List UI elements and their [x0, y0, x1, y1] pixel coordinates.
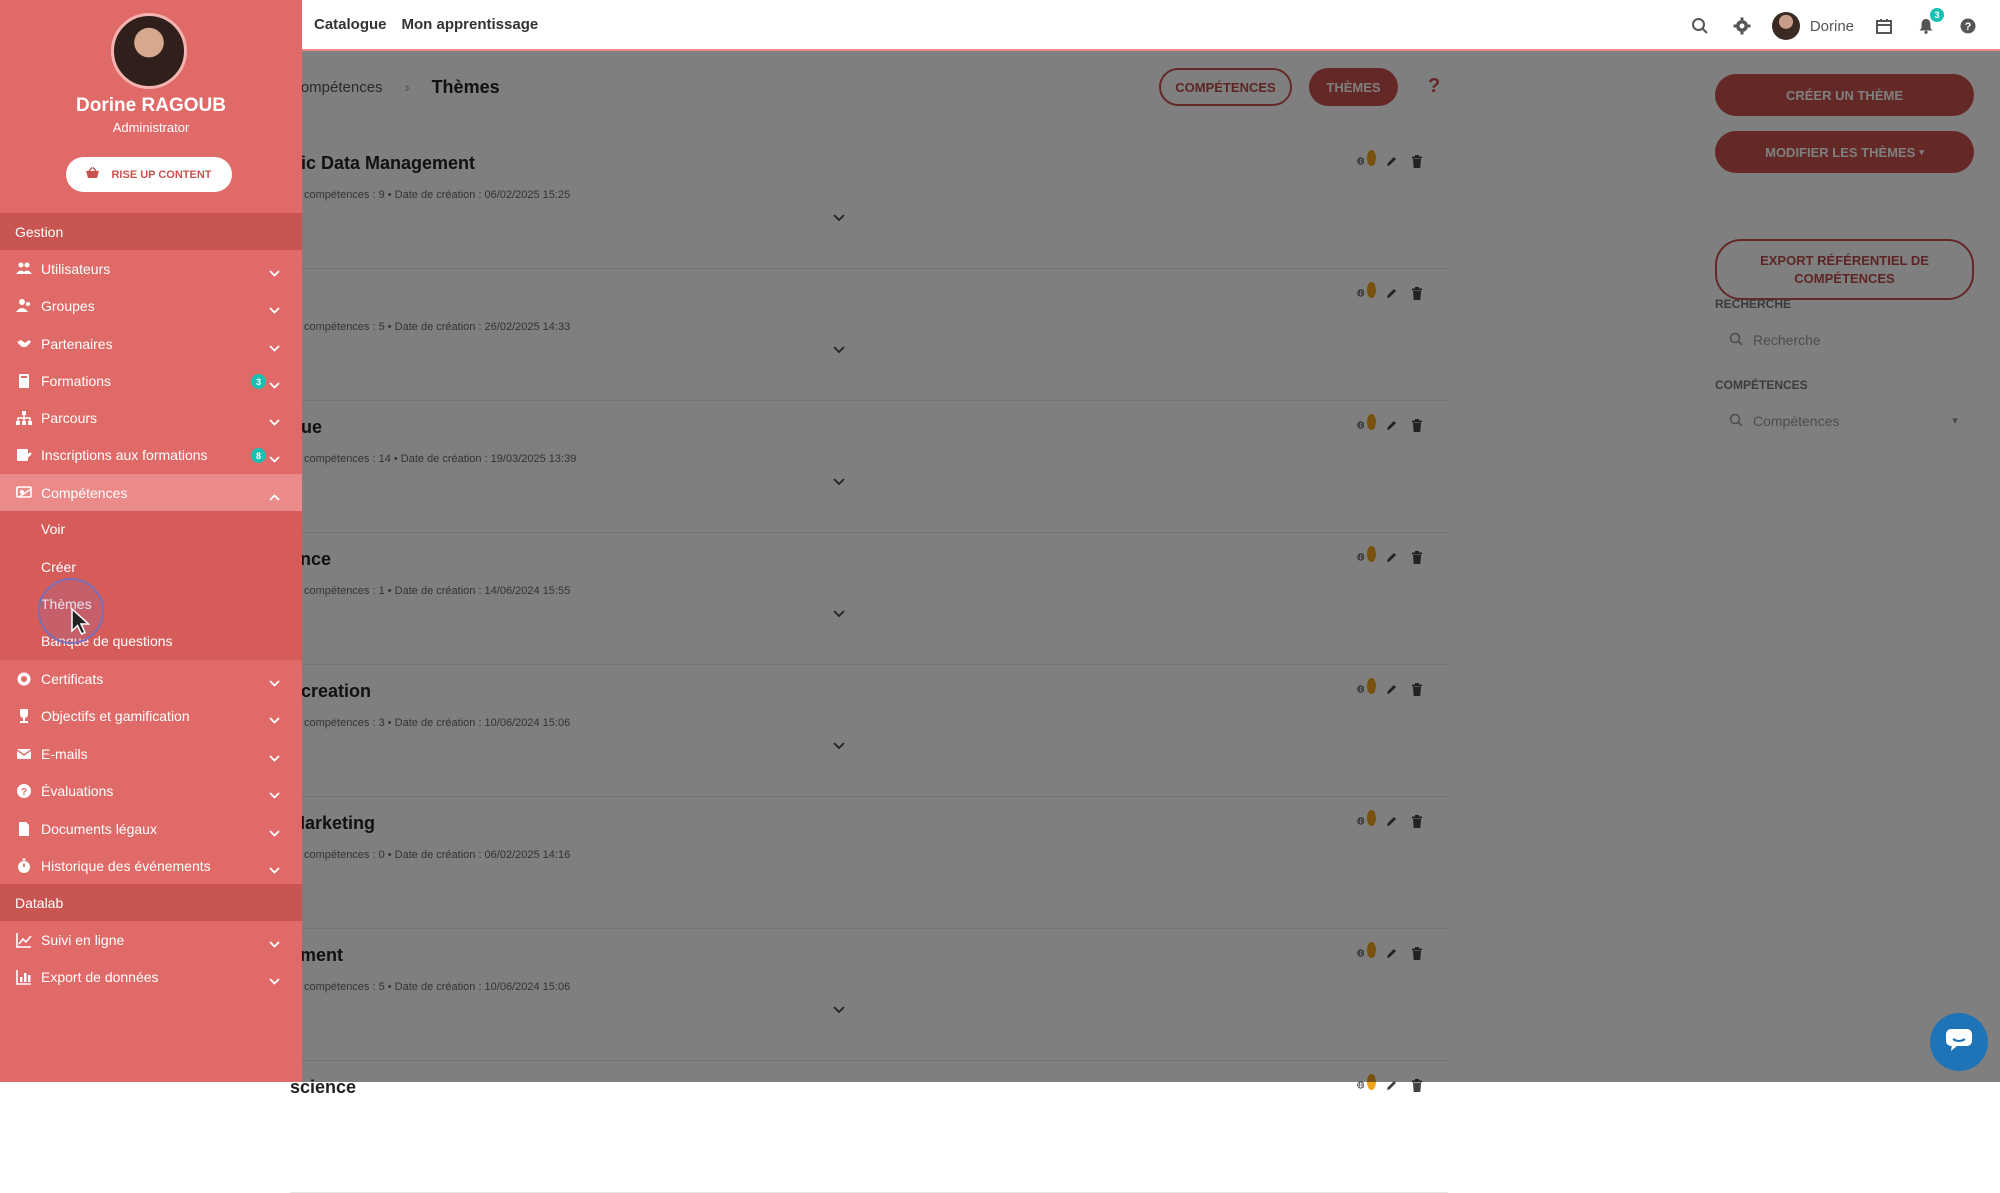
sidebar-item-evaluations[interactable]: ? Évaluations	[0, 772, 302, 809]
chevron-down-icon	[269, 749, 280, 765]
competences-submenu: Voir Créer Thèmes Banque de questions	[0, 511, 302, 660]
top-nav: Catalogue Mon apprentissage	[314, 16, 538, 33]
sidebar-item-label: Compétences	[41, 484, 128, 501]
stopwatch-icon	[16, 858, 32, 874]
submenu-creer[interactable]: Créer	[41, 559, 76, 575]
chevron-down-icon	[269, 786, 280, 802]
sidebar-item-label: Parcours	[41, 409, 98, 426]
top-user-name: Dorine	[1809, 17, 1854, 35]
rise-up-content-button[interactable]: RISE UP CONTENT	[66, 157, 232, 192]
chevron-down-icon	[269, 674, 280, 690]
sidebar-item-label: E-mails	[41, 745, 88, 762]
svg-text:?: ?	[1965, 21, 1972, 33]
document-icon	[16, 821, 32, 837]
sidebar-item-utilisateurs[interactable]: Utilisateurs	[0, 250, 302, 287]
sidebar-item-inscriptions-aux-formations[interactable]: Inscriptions aux formations 8	[0, 436, 302, 473]
sitemap-icon	[16, 410, 32, 426]
handshake-icon	[16, 336, 32, 352]
sidebar-item-label: Partenaires	[41, 335, 113, 352]
group-icon	[16, 298, 32, 314]
sidebar-item-competences[interactable]: Compétences	[0, 474, 302, 511]
chat-launcher[interactable]	[1930, 1013, 1988, 1071]
chevron-up-icon	[269, 488, 280, 504]
sidebar-item-historique-des-evenements[interactable]: Historique des événements	[0, 847, 302, 884]
sidebar-item-suivi-en-ligne[interactable]: Suivi en ligne	[0, 921, 302, 958]
calendar-icon[interactable]	[1872, 14, 1896, 38]
search-icon[interactable]	[1688, 14, 1712, 38]
registration-icon	[16, 447, 32, 463]
chevron-down-icon	[269, 264, 280, 280]
sidebar-item-export-de-donnees[interactable]: Export de données	[0, 958, 302, 995]
sidebar-item-label: Évaluations	[41, 782, 114, 799]
sidebar-user-role: Administrator	[112, 120, 190, 135]
sidebar-item-label: Objectifs et gamification	[41, 707, 190, 724]
chevron-down-icon	[269, 711, 280, 727]
sidebar-item-label: Documents légaux	[41, 820, 157, 837]
user-menu[interactable]: Dorine	[1771, 12, 1854, 40]
sidebar-user-name: Dorine RAGOUB	[76, 95, 226, 116]
nav-mon-apprentissage[interactable]: Mon apprentissage	[402, 16, 539, 33]
top-right-tools: Dorine 3 ?	[1688, 8, 1980, 40]
chevron-down-icon	[269, 339, 280, 355]
chat-icon	[1945, 1028, 1973, 1057]
users-icon	[16, 261, 32, 277]
section-datalab: Datalab	[0, 884, 302, 921]
count-badge: 3	[251, 374, 266, 389]
mouse-cursor-icon	[71, 607, 91, 641]
chevron-down-icon	[269, 376, 280, 392]
sidebar-item-formations[interactable]: Formations 3	[0, 362, 302, 399]
envelope-icon	[16, 746, 32, 762]
line-chart-icon	[16, 932, 32, 948]
skills-icon	[16, 485, 32, 501]
avatar	[1771, 12, 1800, 40]
rise-up-content-label: RISE UP CONTENT	[111, 168, 212, 181]
count-badge: 8	[251, 448, 266, 463]
sidebar-item-groupes[interactable]: Groupes	[0, 287, 302, 324]
notification-badge: 3	[1930, 8, 1944, 22]
basket-icon	[86, 167, 100, 182]
svg-text:?: ?	[21, 787, 27, 798]
sidebar-item-objectifs-et-gamification[interactable]: Objectifs et gamification	[0, 697, 302, 734]
sidebar-item-label: Formations	[41, 372, 112, 389]
gear-icon[interactable]	[1730, 14, 1754, 38]
chevron-down-icon	[269, 861, 280, 877]
sidebar-item-label: Inscriptions aux formations	[41, 446, 208, 463]
bar-chart-icon	[16, 969, 32, 985]
chevron-down-icon	[269, 935, 280, 951]
certificate-icon	[16, 671, 32, 687]
help-icon[interactable]: ?	[1956, 14, 1980, 38]
chevron-down-icon	[269, 824, 280, 840]
sidebar: Dorine RAGOUB Administrator RISE UP CONT…	[0, 0, 302, 1082]
sidebar-item-label: Historique des événements	[41, 857, 211, 874]
sidebar-item-label: Export de données	[41, 968, 159, 985]
sidebar-item-parcours[interactable]: Parcours	[0, 399, 302, 436]
sidebar-item-partenaires[interactable]: Partenaires	[0, 325, 302, 362]
section-gestion: Gestion	[0, 213, 302, 250]
nav-catalogue[interactable]: Catalogue	[314, 16, 387, 33]
sidebar-item-label: Suivi en ligne	[41, 931, 125, 948]
avatar	[111, 13, 187, 89]
sidebar-item-certificats[interactable]: Certificats	[0, 660, 302, 697]
sidebar-item-e-mails[interactable]: E-mails	[0, 735, 302, 772]
question-icon: ?	[16, 783, 32, 799]
chevron-down-icon	[269, 972, 280, 988]
trophy-icon	[16, 708, 32, 724]
submenu-voir[interactable]: Voir	[41, 521, 65, 537]
chevron-down-icon	[269, 413, 280, 429]
sidebar-item-label: Groupes	[41, 297, 95, 314]
chevron-down-icon	[269, 450, 280, 466]
bell-icon[interactable]: 3	[1914, 8, 1944, 38]
sidebar-item-label: Certificats	[41, 670, 104, 687]
chevron-down-icon	[269, 301, 280, 317]
sidebar-item-label: Utilisateurs	[41, 260, 111, 277]
book-icon	[16, 373, 32, 389]
sidebar-item-documents-legaux[interactable]: Documents légaux	[0, 810, 302, 847]
